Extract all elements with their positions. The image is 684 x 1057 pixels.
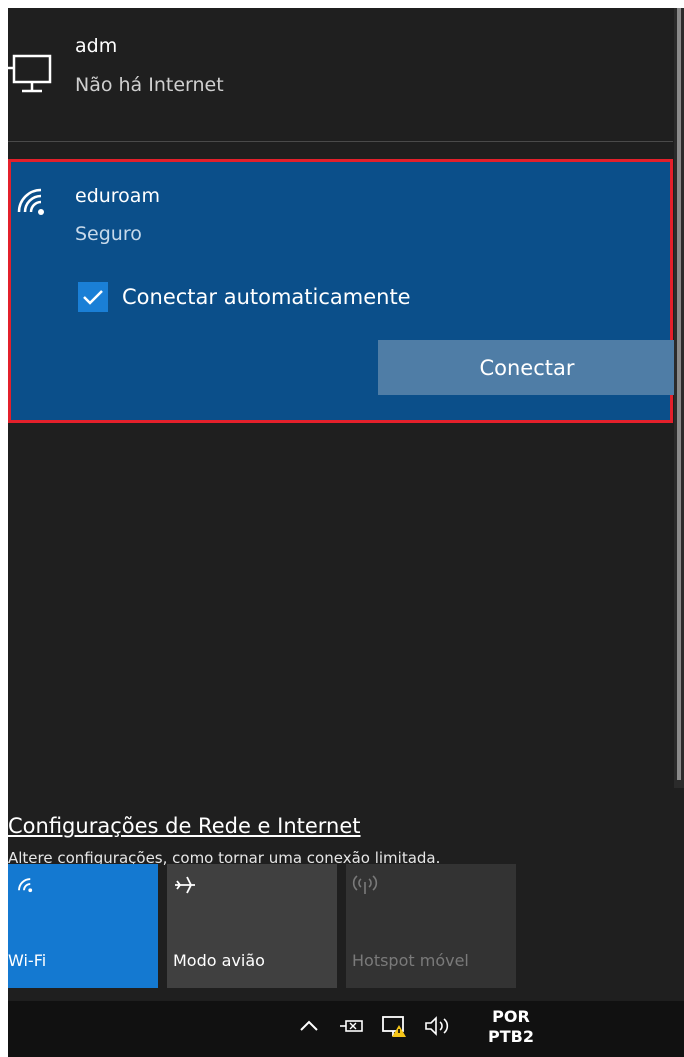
auto-connect-checkbox[interactable]: Conectar automaticamente [78, 280, 411, 314]
network-settings-link[interactable]: Configurações de Rede e Internet [8, 814, 361, 838]
taskbar: POR PTB2 [8, 1001, 684, 1057]
network-item-eduroam[interactable]: eduroam Seguro Conectar automaticamente … [8, 159, 676, 423]
network-status: Não há Internet [75, 74, 224, 96]
auto-connect-label: Conectar automaticamente [122, 285, 411, 309]
connect-button[interactable]: Conectar [378, 340, 676, 395]
input-language-indicator[interactable]: POR PTB2 [488, 1007, 534, 1047]
wifi-icon [14, 874, 34, 898]
tile-label: Hotspot móvel [352, 951, 469, 970]
airplane-icon [173, 874, 197, 900]
divider [8, 141, 673, 142]
scrollbar-thumb[interactable] [677, 8, 681, 780]
network-warning-icon[interactable] [380, 1015, 408, 1043]
network-item-adm[interactable]: adm Não há Internet [8, 8, 673, 142]
airplane-mode-tile[interactable]: Modo avião [167, 864, 337, 988]
hotspot-icon [352, 874, 378, 900]
power-icon[interactable] [338, 1015, 364, 1041]
mobile-hotspot-tile[interactable]: Hotspot móvel [346, 864, 516, 988]
wired-network-icon [8, 54, 54, 98]
volume-icon[interactable] [423, 1015, 453, 1041]
tile-label: Modo avião [173, 951, 265, 970]
keyboard-layout: PTB2 [488, 1027, 534, 1046]
language-code: POR [492, 1007, 530, 1026]
scrollbar[interactable] [674, 8, 684, 788]
network-name: adm [75, 35, 118, 57]
chevron-up-icon[interactable] [298, 1015, 320, 1041]
tile-label: Wi-Fi [8, 951, 47, 970]
wifi-toggle-tile[interactable]: Wi-Fi [8, 864, 158, 988]
network-flyout: adm Não há Internet eduroam Seguro Conec… [8, 8, 684, 1001]
wifi-icon [15, 186, 47, 222]
network-name: eduroam [75, 185, 160, 207]
network-status: Seguro [75, 223, 142, 245]
check-icon [78, 282, 108, 312]
